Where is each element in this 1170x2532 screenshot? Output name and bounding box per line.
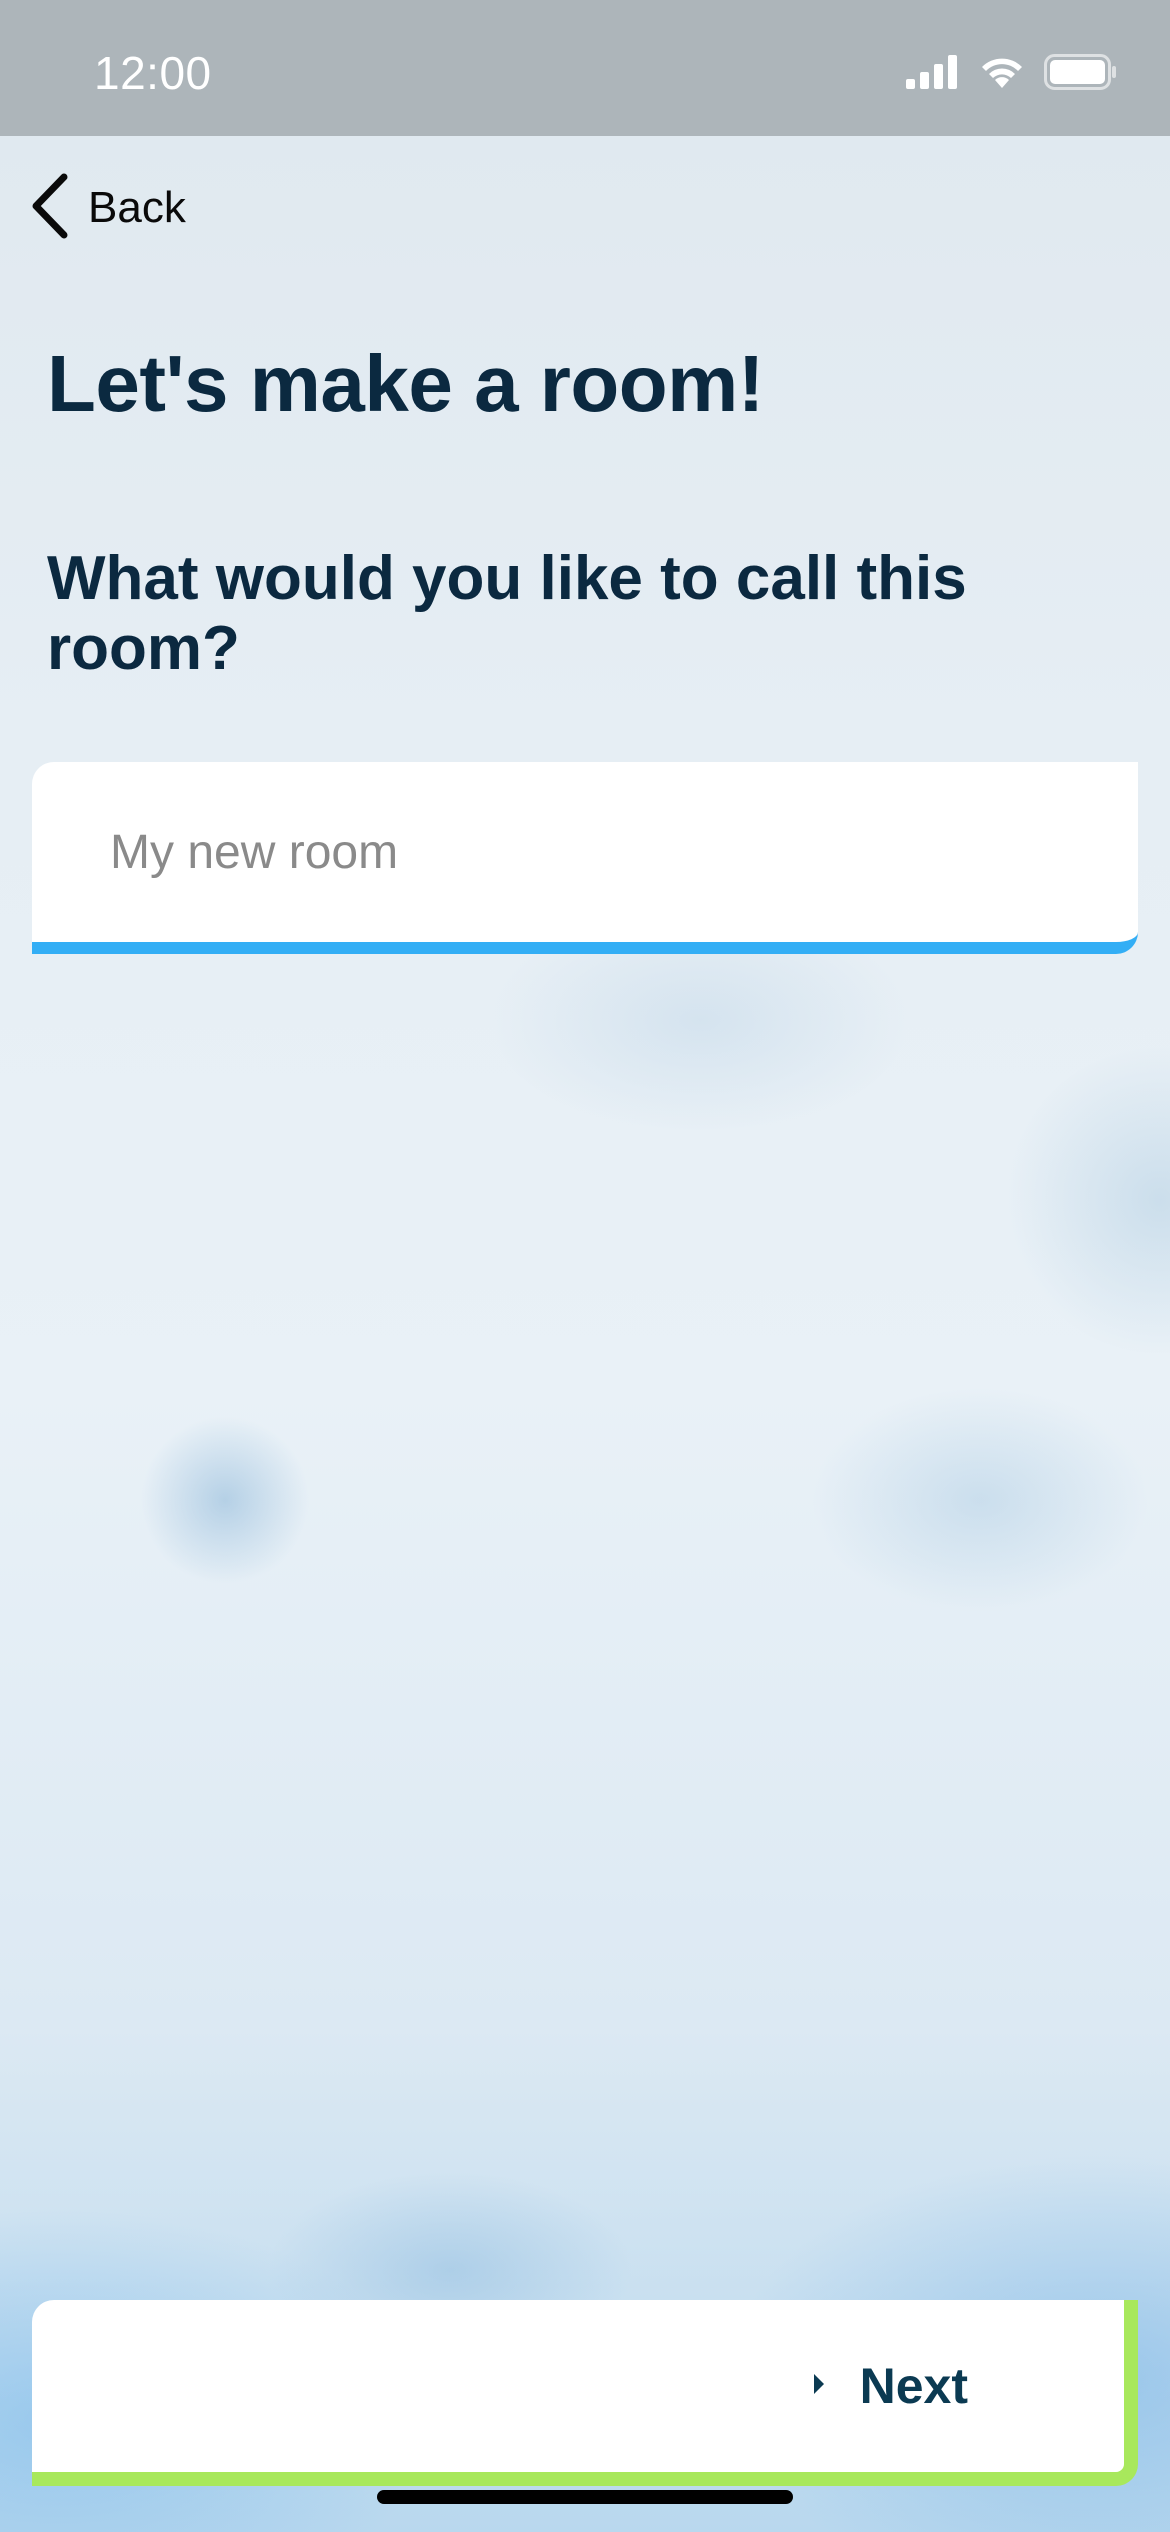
cellular-signal-icon (906, 54, 960, 94)
chevron-left-icon (28, 173, 72, 244)
caret-right-icon (812, 2372, 826, 2401)
back-label: Back (88, 183, 186, 232)
room-name-input[interactable] (110, 762, 1090, 942)
next-label: Next (859, 2358, 968, 2414)
status-time: 12:00 (94, 47, 212, 99)
page-title: Let's make a room! (47, 339, 764, 428)
status-bar: 12:00 (0, 0, 1170, 136)
status-icons (906, 52, 1118, 96)
next-button-content: Next (812, 2300, 968, 2472)
battery-icon (1044, 53, 1118, 95)
room-name-question: What would you like to call this room? (47, 544, 967, 684)
room-name-field[interactable] (32, 762, 1138, 954)
home-indicator (377, 2490, 793, 2504)
back-button[interactable]: Back (28, 170, 186, 246)
next-button[interactable]: Next (32, 2300, 1138, 2486)
wifi-icon (978, 54, 1026, 95)
